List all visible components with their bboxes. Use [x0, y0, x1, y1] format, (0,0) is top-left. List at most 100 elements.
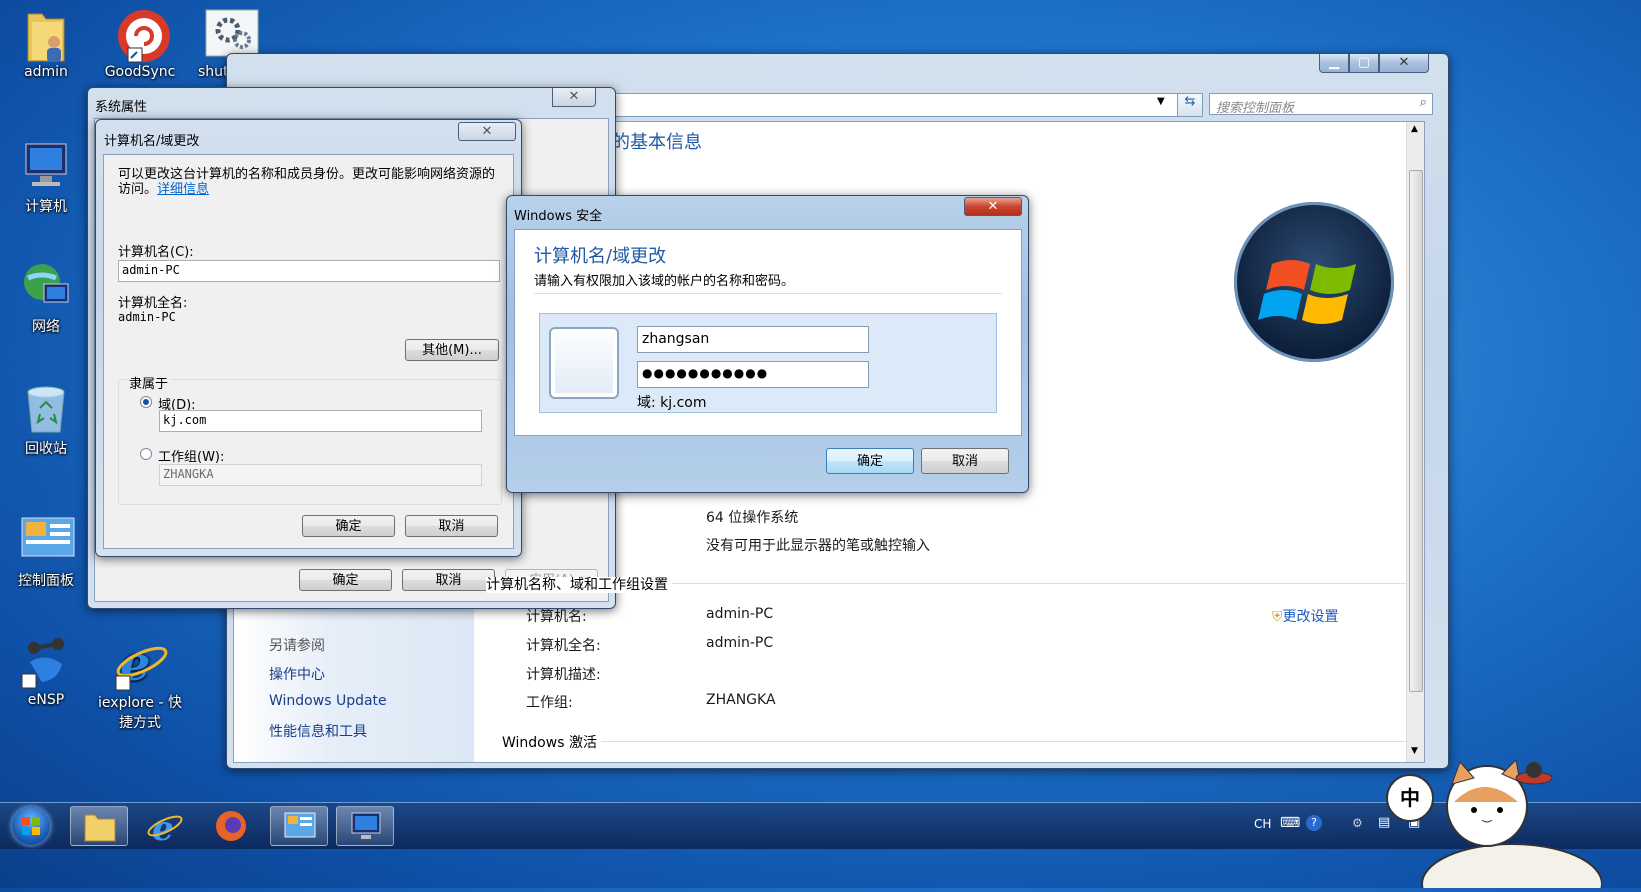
- taskbar-ie[interactable]: e: [136, 806, 194, 849]
- taskbar-control-panel[interactable]: [270, 806, 328, 846]
- security-content: 计算机名/域更改 请输入有权限加入该域的帐户的名称和密码。 zhangsan ●…: [514, 229, 1022, 436]
- recycle-bin-icon: [20, 382, 72, 434]
- maximize-icon: ▢: [1357, 55, 1371, 70]
- full-name-value: admin-PC: [706, 635, 774, 651]
- security-heading: 计算机名/域更改: [534, 246, 667, 267]
- desktop-icon-label: iexplore - 快捷方式: [98, 695, 182, 731]
- goodsync-icon: [114, 8, 170, 63]
- close-button[interactable]: ✕: [964, 197, 1022, 216]
- keyboard-icon[interactable]: ⌨: [1280, 815, 1300, 831]
- dialog-title: 计算机名/域更改: [104, 134, 200, 149]
- desktop-icon-label: eNSP: [27, 692, 65, 708]
- shield-icon: ⛨: [1272, 609, 1283, 625]
- computer-name-value: admin-PC: [706, 606, 774, 622]
- section-activation: Windows 激活: [502, 732, 1411, 751]
- scroll-up-icon[interactable]: ▲: [1411, 124, 1418, 134]
- workgroup-label: 工作组:: [526, 695, 573, 711]
- computer-icon: [351, 812, 381, 839]
- taskbar-system[interactable]: [336, 806, 394, 846]
- full-name-value: admin-PC: [118, 310, 176, 324]
- desktop-icon-label: 计算机: [25, 199, 67, 215]
- maximize-button[interactable]: ▢: [1349, 54, 1379, 73]
- folder-user-icon: [20, 8, 72, 62]
- search-box[interactable]: 搜索控制面板 ⌕: [1209, 93, 1433, 116]
- close-button[interactable]: ✕: [458, 122, 516, 141]
- dialog-title: 系统属性: [95, 100, 148, 115]
- control-panel-icon: [20, 514, 75, 566]
- change-settings-link[interactable]: ⛨更改设置: [1272, 606, 1339, 626]
- search-placeholder: 搜索控制面板: [1216, 101, 1295, 116]
- taskbar-explorer[interactable]: [70, 806, 128, 846]
- domain-radio[interactable]: [140, 396, 152, 408]
- credential-tile[interactable]: zhangsan ●●●●●●●●●●● 域: kj.com: [539, 313, 997, 413]
- close-button[interactable]: ✕: [1379, 54, 1429, 73]
- ok-button[interactable]: 确定: [826, 448, 914, 474]
- domain-input[interactable]: kj.com: [159, 410, 482, 432]
- ok-button[interactable]: 确定: [299, 569, 392, 591]
- more-button[interactable]: 其他(M)...: [405, 339, 499, 361]
- desktop-icon-recycle-bin[interactable]: 回收站: [6, 382, 86, 458]
- vertical-scrollbar[interactable]: ▲ ▼: [1406, 122, 1424, 762]
- cancel-button[interactable]: 取消: [402, 569, 495, 591]
- minimize-button[interactable]: ▁: [1319, 54, 1349, 73]
- tray-icon[interactable]: ⚙: [1352, 816, 1363, 830]
- tray-language[interactable]: CH: [1254, 817, 1271, 831]
- member-of-label: 隶属于: [127, 373, 171, 392]
- full-name-label: 计算机全名:: [526, 638, 601, 654]
- windows-logo: [1234, 202, 1394, 362]
- search-icon: ⌕: [1419, 95, 1427, 110]
- internet-explorer-icon: e: [114, 636, 168, 692]
- close-icon: ✕: [987, 199, 999, 214]
- windows-start-icon: [12, 807, 50, 845]
- firefox-icon: [216, 811, 246, 841]
- ime-badge[interactable]: 中: [1386, 774, 1434, 822]
- refresh-button[interactable]: ⇆: [1177, 93, 1203, 117]
- minimize-icon: ▁: [1329, 55, 1339, 70]
- address-dropdown-icon[interactable]: ▼: [1157, 96, 1165, 107]
- desktop-icon-label: 回收站: [25, 441, 67, 457]
- computer-name-input[interactable]: admin-PC: [118, 260, 500, 282]
- desktop-icon-goodsync[interactable]: GoodSync: [100, 8, 180, 80]
- section-computer-name: 计算机名称、域和工作组设置: [486, 574, 1411, 593]
- cancel-button[interactable]: 取消: [921, 448, 1009, 474]
- ime-mascot[interactable]: 中: [1382, 744, 1603, 892]
- desktop-icon-ensp[interactable]: eNSP: [6, 636, 86, 708]
- start-button[interactable]: [4, 803, 58, 849]
- desktop-icon-control-panel[interactable]: 控制面板: [6, 514, 86, 590]
- control-panel-icon: [284, 812, 316, 838]
- help-icon[interactable]: ?: [1306, 815, 1322, 831]
- cancel-button[interactable]: 取消: [405, 515, 498, 537]
- computer-name-label: 计算机名(C):: [118, 245, 194, 260]
- ok-button[interactable]: 确定: [302, 515, 395, 537]
- nav-windows-update[interactable]: Windows Update: [269, 693, 387, 709]
- see-also-heading: 另请参阅: [269, 638, 325, 654]
- desktop-icon-computer[interactable]: 计算机: [6, 140, 86, 216]
- username-input[interactable]: zhangsan: [637, 326, 869, 353]
- dialog-title: Windows 安全: [514, 209, 603, 224]
- details-link[interactable]: 详细信息: [157, 182, 209, 197]
- password-input[interactable]: ●●●●●●●●●●●: [637, 361, 869, 388]
- scrollbar-thumb[interactable]: [1409, 170, 1423, 692]
- description-label: 计算机描述:: [526, 667, 601, 683]
- nav-performance[interactable]: 性能信息和工具: [269, 721, 367, 741]
- taskbar-firefox[interactable]: [202, 806, 260, 846]
- nav-action-center[interactable]: 操作中心: [269, 664, 325, 684]
- close-icon: ✕: [481, 124, 493, 139]
- name-change-dialog[interactable]: 计算机名/域更改 ✕ 可以更改这台计算机的名称和成员身份。更改可能影响网络资源的…: [95, 119, 522, 557]
- svg-text:e: e: [152, 809, 174, 846]
- desktop-icon-iexplore[interactable]: e iexplore - 快捷方式: [98, 636, 182, 732]
- user-avatar-icon: [549, 327, 619, 399]
- ensp-icon: [20, 636, 72, 689]
- desktop-icon-admin[interactable]: admin: [6, 8, 86, 80]
- member-of-group: 隶属于 域(D): kj.com 工作组(W): ZHANGKA: [118, 373, 502, 505]
- desktop-icon-network[interactable]: 网络: [6, 260, 86, 336]
- workgroup-radio[interactable]: [140, 448, 152, 460]
- desktop-icon-label: 控制面板: [18, 573, 74, 589]
- internet-explorer-icon: e: [147, 809, 183, 849]
- computer-name-label: 计算机名:: [526, 609, 587, 625]
- close-button[interactable]: ✕: [552, 88, 596, 107]
- windows-security-dialog[interactable]: Windows 安全 ✕ 计算机名/域更改 请输入有权限加入该域的帐户的名称和密…: [506, 195, 1029, 493]
- workgroup-input[interactable]: ZHANGKA: [159, 464, 482, 486]
- description-text: 可以更改这台计算机的名称和成员身份。更改可能影响网络资源的访问。详细信息: [118, 167, 496, 197]
- security-subtitle: 请输入有权限加入该域的帐户的名称和密码。: [534, 274, 795, 289]
